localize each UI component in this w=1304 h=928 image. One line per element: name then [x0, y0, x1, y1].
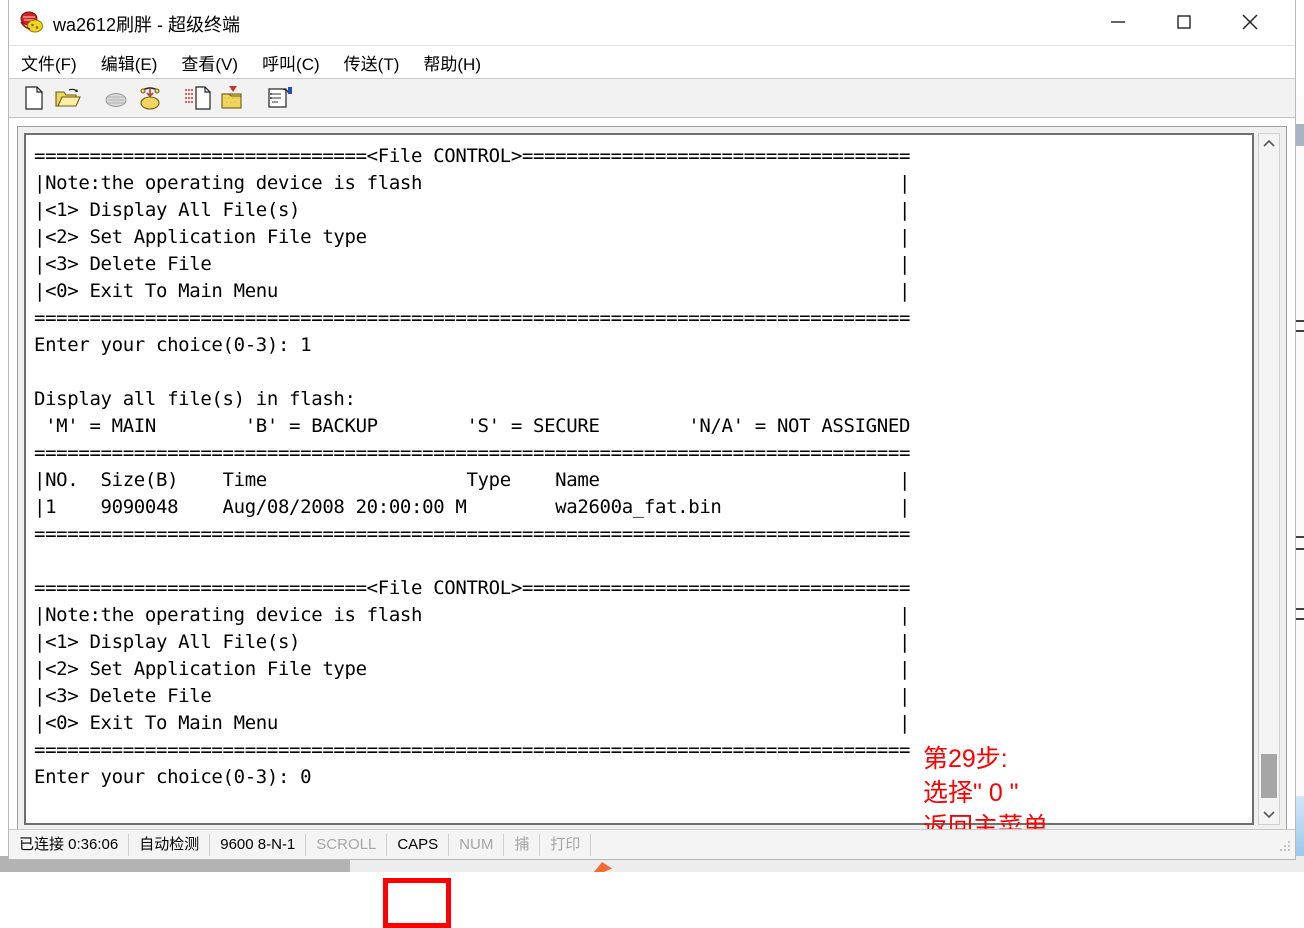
minimize-button[interactable] [1085, 0, 1151, 44]
terminal-inner-frame: ==============================<File CONT… [24, 133, 1254, 825]
status-scroll: SCROLL [306, 833, 388, 856]
toolbar [9, 79, 1295, 118]
status-connection: 已连接 0:36:06 [9, 833, 130, 856]
status-caps: CAPS [387, 833, 450, 856]
new-connection-icon[interactable] [19, 83, 49, 113]
disconnect-phone-icon [101, 83, 131, 113]
menubar: 文件(F) 编辑(E) 查看(V) 呼叫(C) 传送(T) 帮助(H) [9, 46, 1295, 79]
status-capture: 捕 [504, 833, 541, 856]
menu-transfer[interactable]: 传送(T) [344, 50, 400, 75]
menu-help[interactable]: 帮助(H) [423, 50, 481, 75]
scroll-up-icon[interactable] [1259, 134, 1279, 154]
window-titlebar[interactable]: wa2612刷胖 - 超级终端 [9, 0, 1295, 46]
status-num: NUM [449, 833, 505, 856]
choice-highlight-box [383, 878, 451, 928]
status-detect: 自动检测 [129, 833, 211, 856]
close-button[interactable] [1217, 0, 1283, 44]
terminal-screen[interactable]: ==============================<File CONT… [26, 135, 1252, 823]
hyperterminal-icon [19, 10, 45, 34]
status-print: 打印 [540, 833, 592, 856]
resize-grip-icon[interactable] [1276, 837, 1292, 853]
terminal-frame: ==============================<File CONT… [17, 126, 1287, 928]
status-serial: 9600 8-N-1 [210, 833, 307, 856]
properties-icon[interactable] [265, 83, 295, 113]
terminal-scrollbar[interactable] [1258, 133, 1280, 825]
send-file-icon[interactable] [183, 83, 213, 113]
menu-call[interactable]: 呼叫(C) [262, 50, 320, 75]
menu-file[interactable]: 文件(F) [21, 50, 77, 75]
menu-edit[interactable]: 编辑(E) [101, 50, 158, 75]
desktop-background: wa2612刷胖 - 超级终端 文件(F) 编辑(E) 查看(V) 呼叫(C) … [0, 0, 1304, 928]
scrollbar-thumb[interactable] [1261, 754, 1277, 798]
receive-file-icon[interactable] [217, 83, 247, 113]
open-folder-icon[interactable] [53, 83, 83, 113]
maximize-button[interactable] [1151, 0, 1217, 44]
statusbar: 已连接 0:36:06 自动检测 9600 8-N-1 SCROLL CAPS … [9, 829, 1295, 859]
hyperterminal-window: wa2612刷胖 - 超级终端 文件(F) 编辑(E) 查看(V) 呼叫(C) … [8, 0, 1296, 928]
window-title: wa2612刷胖 - 超级终端 [53, 15, 241, 35]
scroll-down-icon[interactable] [1259, 804, 1279, 824]
connect-phone-icon[interactable] [135, 83, 165, 113]
menu-view[interactable]: 查看(V) [181, 50, 238, 75]
